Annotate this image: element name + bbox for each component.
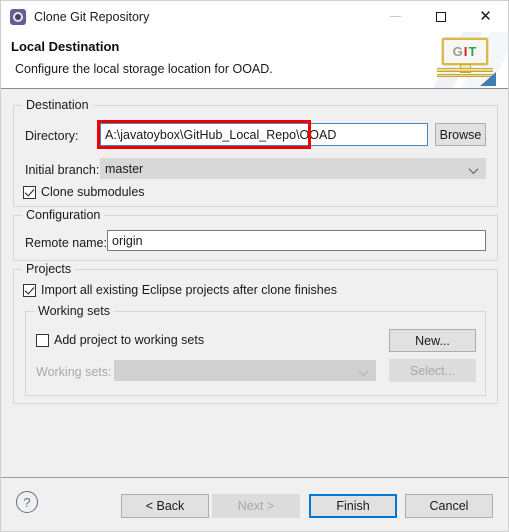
close-button[interactable]: ✕ [463, 1, 508, 32]
git-logo-t: T [468, 44, 478, 59]
window-controls: ✕ [373, 1, 508, 32]
clone-submodules-label: Clone submodules [41, 185, 145, 199]
initial-branch-label: Initial branch: [25, 163, 100, 177]
help-icon[interactable]: ? [16, 491, 38, 513]
add-project-label: Add project to working sets [54, 333, 205, 347]
page-title: Local Destination [11, 39, 120, 54]
working-sets-group: Working sets [25, 304, 486, 396]
maximize-button[interactable] [418, 1, 463, 32]
dialog-footer: ? < Back Next > Finish Cancel [1, 477, 508, 531]
directory-label: Directory: [25, 129, 79, 143]
git-logo-g: G [452, 44, 464, 59]
clone-submodules-checkbox-box [23, 185, 36, 199]
initial-branch-value: master [105, 161, 144, 176]
import-projects-label: Import all existing Eclipse projects aft… [41, 283, 337, 297]
next-button: Next > [212, 494, 300, 518]
configuration-group-label: Configuration [22, 208, 105, 222]
initial-branch-combo[interactable]: master [100, 158, 486, 179]
wizard-header: Local Destination Configure the local st… [1, 32, 508, 89]
dialog-body: Destination Directory: A:\javatoybox\Git… [1, 89, 508, 477]
directory-input[interactable]: A:\javatoybox\GitHub_Local_Repo\OOAD [100, 123, 428, 146]
remote-name-label: Remote name: [25, 236, 107, 250]
chevron-down-icon [360, 369, 367, 376]
window-gear-icon [10, 8, 26, 25]
chevron-down-icon [470, 167, 477, 174]
git-logo-icon: GIT [436, 36, 496, 86]
import-projects-checkbox[interactable]: Import all existing Eclipse projects aft… [23, 283, 337, 297]
clone-git-repository-dialog: Clone Git Repository ✕ Local Destination… [0, 0, 509, 532]
new-working-set-button[interactable]: New... [389, 329, 476, 352]
add-project-to-working-sets-checkbox[interactable]: Add project to working sets [36, 333, 204, 347]
cancel-button[interactable]: Cancel [405, 494, 493, 518]
working-sets-combo[interactable] [114, 360, 376, 381]
remote-name-input[interactable]: origin [107, 230, 486, 251]
back-button[interactable]: < Back [121, 494, 209, 518]
working-sets-group-label: Working sets [34, 304, 115, 318]
working-sets-list-label: Working sets: [36, 365, 112, 379]
destination-group-label: Destination [22, 98, 93, 112]
select-working-set-button[interactable]: Select... [389, 359, 476, 382]
browse-button[interactable]: Browse [435, 123, 486, 146]
import-projects-checkbox-box [23, 283, 36, 297]
projects-group-label: Projects [22, 262, 76, 276]
blue-triangle-icon [480, 72, 496, 86]
add-project-checkbox-box [36, 333, 49, 347]
clone-submodules-checkbox[interactable]: Clone submodules [23, 185, 145, 199]
minimize-button[interactable] [373, 1, 418, 32]
page-description: Configure the local storage location for… [15, 62, 273, 76]
window-title: Clone Git Repository [34, 9, 150, 24]
finish-button[interactable]: Finish [309, 494, 397, 518]
title-bar: Clone Git Repository ✕ [1, 1, 508, 32]
